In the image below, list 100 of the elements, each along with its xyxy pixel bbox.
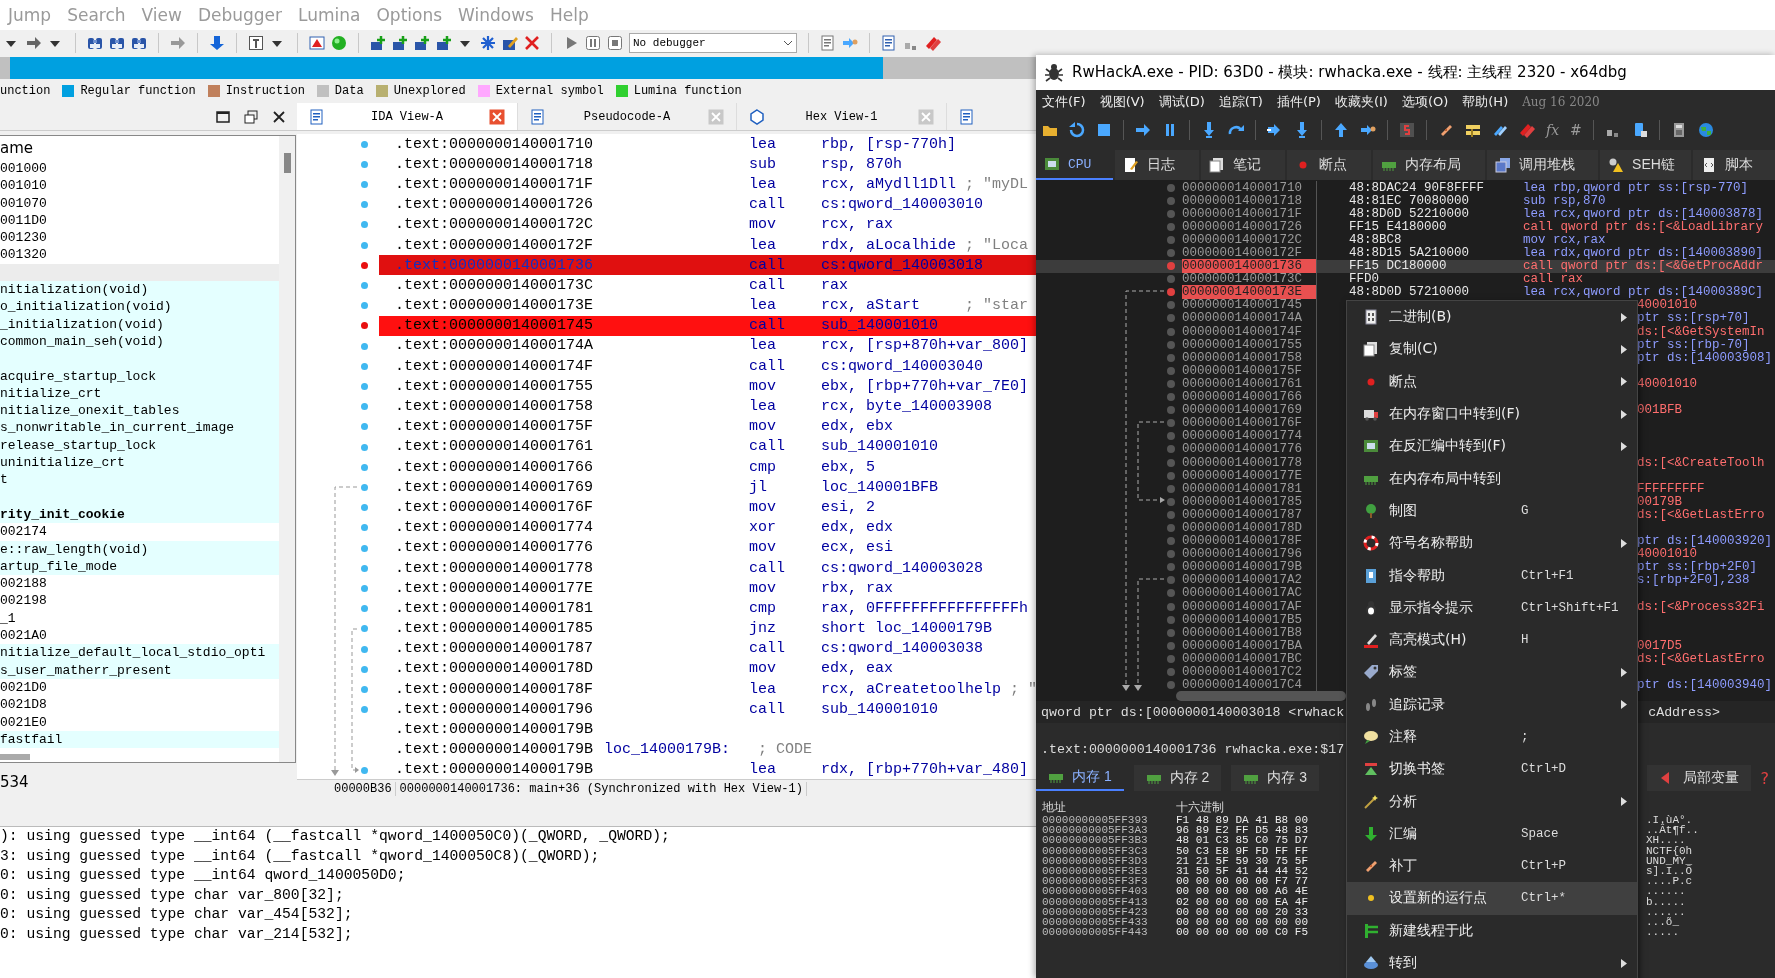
line-dot[interactable] <box>361 665 368 673</box>
stop-icon[interactable] <box>1096 122 1112 138</box>
menu-item[interactable]: 文件(F) <box>1036 93 1094 111</box>
breakpoint-dot[interactable] <box>1167 550 1175 559</box>
arrow-right-icon[interactable] <box>170 34 186 51</box>
stop-icon[interactable] <box>607 34 623 51</box>
breakpoint-dot[interactable] <box>1167 419 1175 428</box>
function-row[interactable]: fastfail <box>0 730 279 749</box>
function-row[interactable]: _1 <box>0 609 279 627</box>
down-arrow-icon[interactable] <box>1294 122 1310 138</box>
scrollbar-thumb[interactable] <box>0 754 30 760</box>
menu-item[interactable]: 汇编 Space <box>1347 817 1637 851</box>
menu-item[interactable]: 分析 <box>1347 785 1637 818</box>
breakpoint-dot[interactable] <box>361 322 368 330</box>
breakpoint-dot[interactable] <box>1167 602 1175 611</box>
breakpoint-dot[interactable] <box>1167 563 1175 572</box>
fast-forward-icon[interactable] <box>1267 122 1283 138</box>
function-row[interactable]: 002198 <box>0 592 279 610</box>
script-icon[interactable] <box>1399 122 1415 138</box>
ball-icon[interactable] <box>331 34 347 51</box>
menu-item[interactable]: 符号名称帮助 <box>1347 527 1637 560</box>
run-icon[interactable] <box>1135 122 1151 138</box>
function-row[interactable]: t <box>0 471 279 489</box>
edit-icon[interactable] <box>502 34 518 51</box>
function-row[interactable]: nitialize_onexit_tables <box>0 402 279 420</box>
function-row[interactable]: 0011D0 <box>0 211 279 230</box>
breakpoint-dot[interactable] <box>1167 301 1175 310</box>
breakpoint-dot[interactable] <box>1167 196 1175 205</box>
function-row[interactable]: 001010 <box>0 177 279 195</box>
menu-item[interactable]: 调试(D) <box>1152 93 1213 111</box>
step-into-icon[interactable] <box>1201 122 1217 138</box>
scrollbar[interactable] <box>279 136 295 762</box>
down-arrow-icon[interactable] <box>209 34 225 51</box>
breakpoint-dot[interactable] <box>1167 183 1175 192</box>
breakpoint-dot[interactable] <box>1167 615 1175 624</box>
line-dot[interactable] <box>361 463 368 471</box>
line-dot[interactable] <box>361 443 368 451</box>
breakpoint-dot[interactable] <box>1167 497 1175 506</box>
dump-tab[interactable]: 内存 2 <box>1133 765 1222 791</box>
breakpoint-dot[interactable] <box>1167 353 1175 362</box>
menu-item[interactable]: 追踪(T) <box>1212 93 1271 111</box>
menu-item[interactable]: 标签 <box>1347 656 1637 689</box>
menu-item[interactable]: 选项(O) <box>1395 93 1457 111</box>
debugger-select[interactable]: No debugger <box>629 32 797 53</box>
line-dot[interactable] <box>361 686 368 693</box>
menu-item[interactable]: 转到 <box>1347 946 1637 978</box>
toolbar-glyph[interactable]: fx <box>1546 122 1560 138</box>
up-arrow-icon[interactable] <box>1333 122 1349 138</box>
function-row[interactable]: nitialization(void) <box>0 281 279 299</box>
breakpoint-dot[interactable] <box>1167 445 1175 454</box>
menu-item[interactable]: 在反汇编中转到(F) <box>1347 430 1637 463</box>
line-dot[interactable] <box>361 504 368 512</box>
add-code-icon[interactable] <box>370 34 386 51</box>
breakpoint-dot[interactable] <box>1167 393 1175 402</box>
breakpoint-dot[interactable] <box>1167 235 1175 244</box>
function-row[interactable]: 0021D0 <box>0 678 279 697</box>
tab[interactable]: 调用堆栈 <box>1486 150 1599 180</box>
close-icon[interactable] <box>271 108 287 125</box>
text-box-icon[interactable] <box>248 34 264 51</box>
restart-icon[interactable] <box>1069 122 1085 138</box>
breakpoint-dot[interactable] <box>1167 406 1175 415</box>
breakpoint-dot[interactable] <box>1167 209 1175 218</box>
line-dot[interactable] <box>361 766 368 774</box>
function-row[interactable]: 0021A0 <box>0 627 279 645</box>
breakpoint-dot[interactable] <box>1167 654 1175 663</box>
line-dot[interactable] <box>361 140 368 148</box>
function-row[interactable]: 0021D8 <box>0 696 279 714</box>
line-dot[interactable] <box>361 585 368 592</box>
function-row[interactable]: 001070 <box>0 194 279 212</box>
view-tab[interactable]: IDA View-A <box>297 103 518 130</box>
toolbar-glyph[interactable]: # <box>1570 122 1582 138</box>
add-data-icon[interactable] <box>392 34 408 51</box>
breakpoint-dot[interactable] <box>1167 458 1175 467</box>
breakpoint-dot[interactable] <box>1167 340 1175 349</box>
tab[interactable]: 日志 <box>1115 150 1200 180</box>
breakpoint-dot[interactable] <box>1167 576 1175 585</box>
line-dot[interactable] <box>361 524 368 532</box>
line-dot[interactable] <box>361 302 368 310</box>
breakpoint-dot[interactable] <box>1167 379 1175 388</box>
line-dot[interactable] <box>361 362 368 370</box>
line-dot[interactable] <box>361 241 368 249</box>
function-row[interactable]: 002174 <box>0 523 279 541</box>
line-dot[interactable] <box>361 383 368 390</box>
function-row[interactable]: o_initialization(void) <box>0 298 279 316</box>
breakpoint-dot[interactable] <box>1167 510 1175 519</box>
pause-icon[interactable] <box>585 34 601 51</box>
function-row[interactable]: nitialize_default_local_stdio_opti <box>0 644 279 662</box>
globe-icon[interactable] <box>1697 122 1714 138</box>
line-dot[interactable] <box>361 181 368 188</box>
menu-item[interactable]: 帮助(H) <box>1456 93 1517 111</box>
function-row[interactable]: e::raw_length(void) <box>0 540 279 558</box>
breakpoint-dot[interactable] <box>1167 537 1175 546</box>
menu-item[interactable]: 高亮模式(H) H <box>1347 623 1637 657</box>
function-row[interactable]: 001320 <box>0 246 279 264</box>
tags-icon[interactable] <box>1519 122 1535 138</box>
tab[interactable]: 脚本 <box>1693 150 1775 180</box>
dump-tab[interactable]: 内存 1 <box>1036 765 1124 791</box>
breakpoint-dot[interactable] <box>1167 471 1175 480</box>
tab[interactable]: SEH链 <box>1600 150 1691 180</box>
breakpoint-dot[interactable] <box>1167 524 1175 532</box>
